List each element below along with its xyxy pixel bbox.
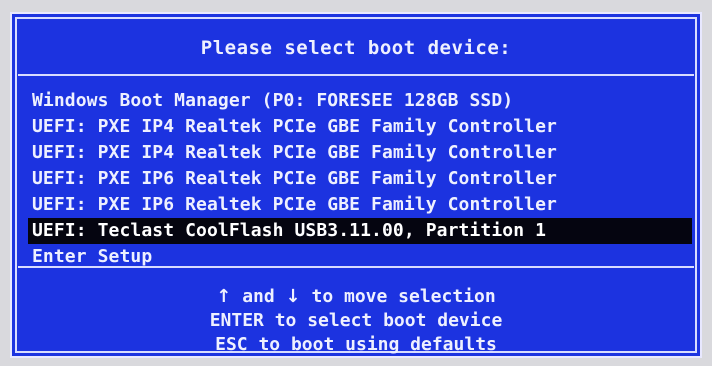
help-line-enter: ENTER to select boot device (209, 310, 503, 331)
help-line-esc: ESC to boot using defaults (215, 334, 497, 355)
up-arrow-icon: ↑ (216, 286, 232, 307)
boot-option-pxe-ip4-1[interactable]: UEFI: PXE IP4 Realtek PCIe GBE Family Co… (28, 114, 692, 140)
dialog-title: Please select boot device: (200, 37, 512, 59)
boot-device-list: Windows Boot Manager (P0: FORESEE 128GB … (28, 88, 692, 270)
down-arrow-icon: ↓ (285, 286, 301, 307)
help-line-navigation: ↑ and ↓ to move selection (12, 285, 700, 309)
top-divider (18, 74, 694, 76)
boot-option-windows-boot-manager[interactable]: Windows Boot Manager (P0: FORESEE 128GB … (28, 88, 692, 114)
boot-option-pxe-ip6-2[interactable]: UEFI: PXE IP6 Realtek PCIe GBE Family Co… (28, 192, 692, 218)
help-and-text: and (231, 286, 286, 307)
bottom-divider (18, 266, 694, 268)
boot-menu-dialog: Please select boot device: Windows Boot … (10, 12, 702, 358)
boot-option-pxe-ip4-2[interactable]: UEFI: PXE IP4 Realtek PCIe GBE Family Co… (28, 140, 692, 166)
boot-option-usb-flash[interactable]: UEFI: Teclast CoolFlash USB3.11.00, Part… (28, 218, 692, 244)
help-move-text: to move selection (300, 286, 496, 307)
bios-screen: Please select boot device: Windows Boot … (0, 0, 712, 366)
boot-option-pxe-ip6-1[interactable]: UEFI: PXE IP6 Realtek PCIe GBE Family Co… (28, 166, 692, 192)
help-text: ↑ and ↓ to move selection ENTER to selec… (12, 285, 700, 357)
